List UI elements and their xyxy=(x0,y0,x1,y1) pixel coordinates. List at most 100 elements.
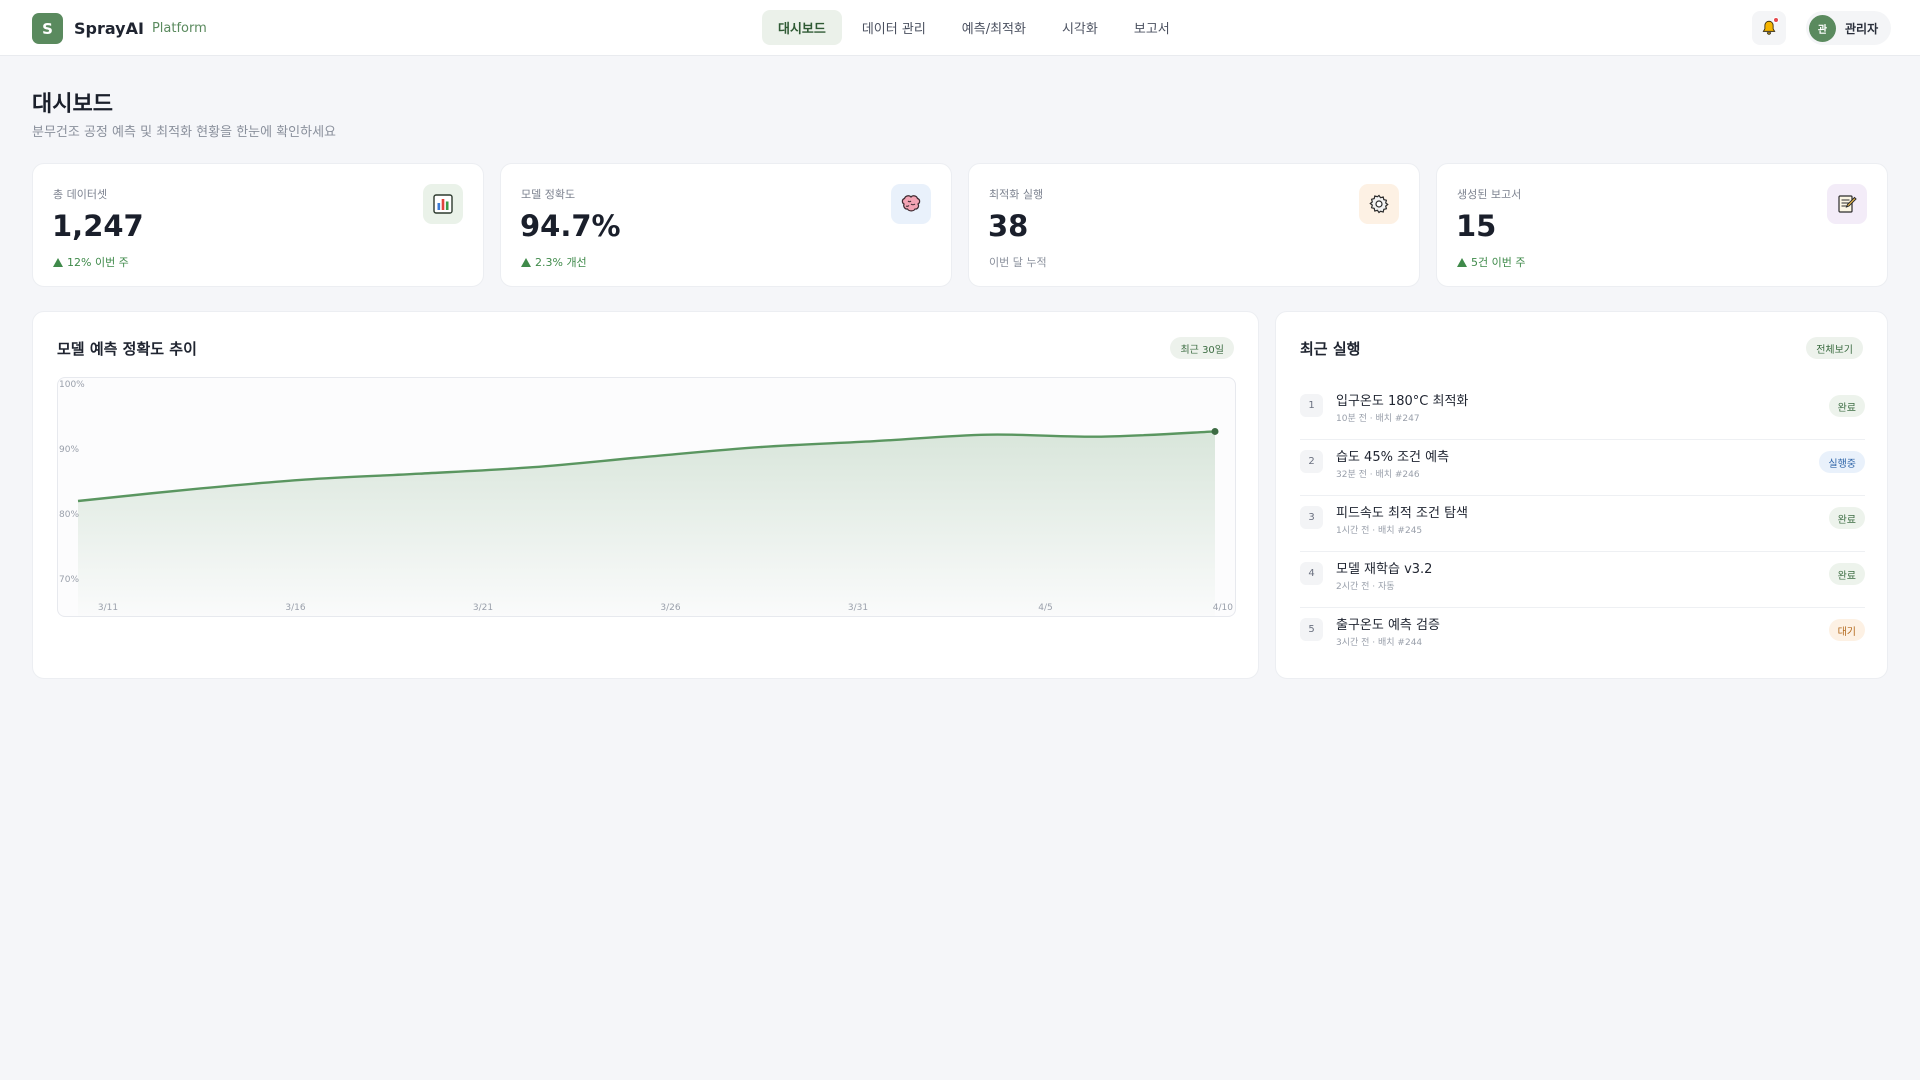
list-item[interactable]: 4 모델 재학습 v3.2 2시간 전 · 자동 완료 xyxy=(1300,552,1865,608)
stat-delta-text: 12% 이번 주 xyxy=(67,256,129,269)
nav-visualization[interactable]: 시각화 xyxy=(1046,10,1114,45)
run-title: 피드속도 최적 조건 탐색 xyxy=(1336,506,1468,521)
run-title: 모델 재학습 v3.2 xyxy=(1336,562,1433,577)
stat-label: 총 데이터셋 xyxy=(53,188,108,201)
stat-cards: 총 데이터셋 1,247 12% 이번 주 모델 정확도 94.7% 2.3% … xyxy=(32,163,1888,287)
x-tick-label: 4/10 xyxy=(1213,603,1233,613)
stat-value: 15 xyxy=(1456,209,1497,243)
x-tick-label: 4/5 xyxy=(1038,603,1052,613)
data-point[interactable] xyxy=(1099,434,1104,439)
status-badge: 완료 xyxy=(1828,395,1865,417)
stat-value: 38 xyxy=(988,209,1029,243)
x-tick-label: 3/21 xyxy=(473,603,493,613)
accuracy-chart: 100% 90% 80% 70% 3/11 3/16 3/21 3/26 3/31 4/5 4/10 xyxy=(57,377,1236,617)
data-point[interactable] xyxy=(303,477,308,482)
stat-delta: 2.3% 개선 xyxy=(521,254,587,270)
y-tick-label: 90% xyxy=(59,445,79,455)
run-number: 4 xyxy=(1300,562,1323,585)
run-number: 2 xyxy=(1300,450,1323,473)
memo-icon xyxy=(1827,184,1867,224)
avatar: 관 xyxy=(1809,14,1836,42)
run-meta: 3시간 전 · 배치 #244 xyxy=(1336,638,1423,648)
data-point[interactable] xyxy=(530,465,535,470)
run-meta: 2시간 전 · 자동 xyxy=(1336,582,1395,592)
run-meta: 10분 전 · 배치 #247 xyxy=(1336,414,1420,424)
view-all-button[interactable]: 전체보기 xyxy=(1806,337,1863,359)
stat-delta-text: 이번 달 누적 xyxy=(989,256,1047,269)
recent-runs-title: 최근 실행 xyxy=(1300,340,1361,358)
top-navigation-bar: S SprayAI Platform 대시보드 데이터 관리 예측/최적화 시각… xyxy=(0,0,1920,56)
stat-value: 1,247 xyxy=(52,209,144,243)
nav-dashboard[interactable]: 대시보드 xyxy=(762,10,842,45)
x-tick-label: 3/11 xyxy=(98,603,118,613)
stat-label: 최적화 실행 xyxy=(989,188,1044,201)
run-title: 입구온도 180°C 최적화 xyxy=(1336,394,1469,409)
notification-badge xyxy=(1773,17,1779,23)
status-badge: 실행중 xyxy=(1819,451,1865,473)
gear-icon xyxy=(1359,184,1399,224)
list-item[interactable]: 1 입구온도 180°C 최적화 10분 전 · 배치 #247 완료 xyxy=(1300,384,1865,440)
main-nav: 대시보드 데이터 관리 예측/최적화 시각화 보고서 xyxy=(762,10,1186,45)
data-point[interactable] xyxy=(189,487,194,492)
list-item[interactable]: 5 출구온도 예측 검증 3시간 전 · 배치 #244 대기 xyxy=(1300,608,1865,664)
y-tick-label: 80% xyxy=(59,510,79,520)
status-badge: 대기 xyxy=(1828,619,1865,641)
latest-data-point[interactable] xyxy=(1211,427,1219,435)
data-point[interactable] xyxy=(417,471,422,476)
data-point[interactable] xyxy=(871,439,876,444)
stat-card-reports[interactable]: 생성된 보고서 15 5건 이번 주 xyxy=(1436,163,1888,287)
stat-card-datasets[interactable]: 총 데이터셋 1,247 12% 이번 주 xyxy=(32,163,484,287)
list-item[interactable]: 3 피드속도 최적 조건 탐색 1시간 전 · 배치 #245 완료 xyxy=(1300,496,1865,552)
data-point[interactable] xyxy=(76,499,81,504)
page-subtitle: 분무건조 공정 예측 및 최적화 현황을 한눈에 확인하세요 xyxy=(32,125,337,140)
stat-value: 94.7% xyxy=(520,209,621,243)
stat-label: 모델 정확도 xyxy=(521,188,576,201)
nav-prediction-optimization[interactable]: 예측/최적화 xyxy=(946,10,1042,45)
brain-icon xyxy=(891,184,931,224)
trend-up-icon xyxy=(1457,257,1467,267)
chart-title: 모델 예측 정확도 추이 xyxy=(57,340,197,358)
stat-delta-text: 5건 이번 주 xyxy=(1471,256,1526,269)
trend-up-icon xyxy=(521,257,531,267)
list-item[interactable]: 2 습도 45% 조건 예측 32분 전 · 배치 #246 실행중 xyxy=(1300,440,1865,496)
accuracy-chart-svg: 100% 90% 80% 70% 3/11 3/16 3/21 3/26 3/31 4/5 4/10 xyxy=(59,380,1233,616)
stat-delta-text: 2.3% 개선 xyxy=(535,256,587,269)
run-number: 5 xyxy=(1300,618,1323,641)
stat-card-optimization-runs[interactable]: 최적화 실행 38 이번 달 누적 xyxy=(968,163,1420,287)
notification-button[interactable] xyxy=(1752,11,1786,45)
trend-up-icon xyxy=(53,257,63,267)
stat-delta: 5건 이번 주 xyxy=(1457,254,1525,270)
brand-subtitle: Platform xyxy=(151,21,207,36)
y-tick-label: 100% xyxy=(59,380,85,390)
user-menu[interactable]: 관 관리자 xyxy=(1806,11,1892,45)
nav-reports[interactable]: 보고서 xyxy=(1118,10,1186,45)
run-number: 3 xyxy=(1300,506,1323,529)
page-title: 대시보드 xyxy=(32,92,113,117)
y-tick-label: 70% xyxy=(59,575,79,585)
stat-label: 생성된 보고서 xyxy=(1457,188,1522,201)
run-list: 1 입구온도 180°C 최적화 10분 전 · 배치 #247 완료 2 습도… xyxy=(1300,384,1865,664)
x-tick-label: 3/26 xyxy=(660,603,680,613)
run-meta: 32분 전 · 배치 #246 xyxy=(1336,470,1420,480)
run-title: 출구온도 예측 검증 xyxy=(1336,618,1440,633)
x-tick-label: 3/31 xyxy=(848,603,868,613)
run-number: 1 xyxy=(1300,394,1323,417)
stat-delta: 12% 이번 주 xyxy=(53,254,129,270)
recent-runs-panel: 최근 실행 전체보기 1 입구온도 180°C 최적화 10분 전 · 배치 #… xyxy=(1275,311,1888,679)
bar-chart-icon xyxy=(423,184,463,224)
run-title: 습도 45% 조건 예측 xyxy=(1336,450,1450,465)
data-point[interactable] xyxy=(985,432,990,437)
brand[interactable]: S SprayAI Platform xyxy=(32,13,207,44)
data-point[interactable] xyxy=(758,445,763,450)
nav-data-management[interactable]: 데이터 관리 xyxy=(846,10,942,45)
brand-name: SprayAI xyxy=(74,19,144,38)
status-badge: 완료 xyxy=(1828,507,1865,529)
run-meta: 1시간 전 · 배치 #245 xyxy=(1336,526,1423,536)
range-badge[interactable]: 최근 30일 xyxy=(1170,337,1234,359)
stat-card-model-accuracy[interactable]: 모델 정확도 94.7% 2.3% 개선 xyxy=(500,163,952,287)
brand-logo: S xyxy=(32,13,63,44)
x-tick-label: 3/16 xyxy=(285,603,305,613)
accuracy-trend-panel: 모델 예측 정확도 추이 최근 30일 100% 90% 80% 70% 3/11 3/1… xyxy=(32,311,1259,679)
data-point[interactable] xyxy=(644,454,649,459)
status-badge: 완료 xyxy=(1828,563,1865,585)
